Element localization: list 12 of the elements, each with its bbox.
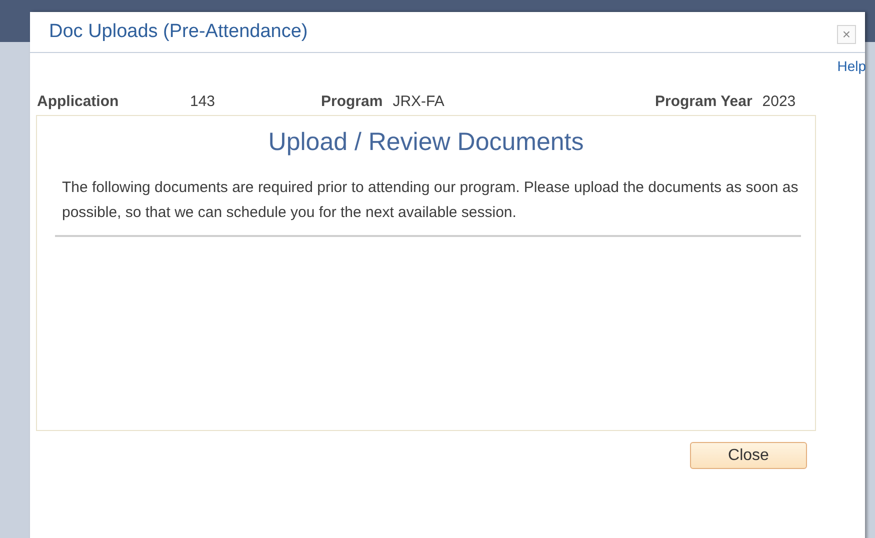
close-icon[interactable]: × <box>837 24 856 44</box>
field-value: 2023 <box>762 93 796 110</box>
field-value: JRX-FA <box>392 93 444 110</box>
close-button[interactable]: Close <box>690 442 807 469</box>
field-label: Program <box>321 93 383 110</box>
field-value: 143 <box>190 93 216 110</box>
window-title: Doc Uploads (Pre-Attendance) <box>49 21 308 43</box>
field-label: Application <box>37 93 120 110</box>
help-link[interactable]: Help <box>837 58 866 78</box>
instructions-text: The following documents are required prior to attending our program. Please upload the documents as soon as possible, so that we can schedule you for the next available session. <box>62 178 800 223</box>
field-label: Program Year <box>655 93 752 110</box>
panel-heading: Upload / Review Documents <box>267 128 585 157</box>
